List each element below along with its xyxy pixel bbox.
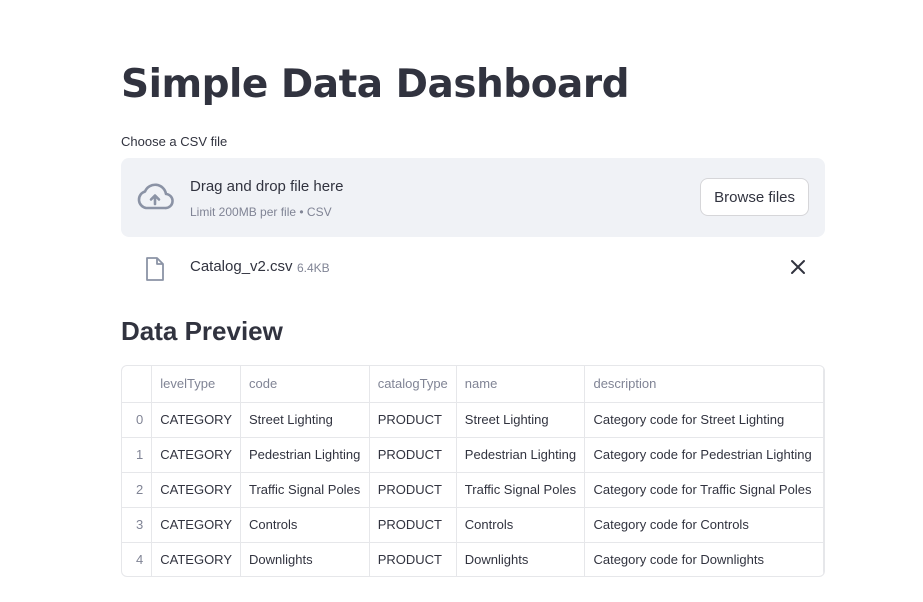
uploader-label: Choose a CSV file — [121, 134, 228, 149]
page-title: Simple Data Dashboard — [121, 62, 629, 107]
table-cell[interactable]: Category code for Downlights — [584, 542, 824, 576]
table-cell[interactable]: CATEGORY — [151, 542, 242, 576]
file-name: Catalog_v2.csv — [190, 258, 293, 275]
row-index: 1 — [122, 437, 153, 473]
table-header-row: levelType code catalogType name descript… — [122, 366, 824, 403]
data-preview-table[interactable]: levelType code catalogType name descript… — [121, 365, 825, 577]
table-cell[interactable]: Traffic Signal Poles — [240, 472, 370, 508]
table-cell[interactable]: PRODUCT — [369, 437, 457, 473]
table-cell[interactable]: Category code for Controls — [584, 507, 824, 543]
column-header-leveltype[interactable]: levelType — [151, 366, 242, 403]
table-cell[interactable]: Category code for Street Lighting — [584, 402, 824, 438]
table-cell[interactable]: Downlights — [240, 542, 370, 576]
row-index: 2 — [122, 472, 153, 508]
table-cell[interactable]: Controls — [456, 507, 586, 543]
table-cell[interactable]: Street Lighting — [240, 402, 370, 438]
row-index: 0 — [122, 402, 153, 438]
cloud-upload-icon — [137, 183, 174, 210]
table-cell[interactable]: Controls — [240, 507, 370, 543]
drop-title: Drag and drop file here — [190, 178, 344, 195]
table-cell[interactable]: Category code for Traffic Signal Poles — [584, 472, 824, 508]
table-row: 3 CATEGORY Controls PRODUCT Controls Cat… — [122, 507, 824, 543]
table-row: 0 CATEGORY Street Lighting PRODUCT Stree… — [122, 402, 824, 438]
table-cell[interactable]: Street Lighting — [456, 402, 586, 438]
table-cell[interactable]: Pedestrian Lighting — [456, 437, 586, 473]
column-header-catalogtype[interactable]: catalogType — [369, 366, 457, 403]
table-cell[interactable]: PRODUCT — [369, 542, 457, 576]
table-cell[interactable]: Pedestrian Lighting — [240, 437, 370, 473]
file-size: 6.4KB — [297, 261, 330, 275]
column-header-index[interactable] — [122, 366, 153, 403]
file-icon — [146, 257, 164, 281]
table-row: 2 CATEGORY Traffic Signal Poles PRODUCT … — [122, 472, 824, 508]
row-index: 3 — [122, 507, 153, 543]
table-row: 1 CATEGORY Pedestrian Lighting PRODUCT P… — [122, 437, 824, 473]
table-cell[interactable]: PRODUCT — [369, 472, 457, 508]
browse-files-button[interactable]: Browse files — [700, 178, 809, 216]
close-icon[interactable] — [789, 258, 807, 276]
table-cell[interactable]: CATEGORY — [151, 507, 242, 543]
file-dropzone[interactable]: Drag and drop file here Limit 200MB per … — [121, 158, 825, 237]
drop-limit-text: Limit 200MB per file • CSV — [190, 205, 332, 219]
table-row: 4 CATEGORY Downlights PRODUCT Downlights… — [122, 542, 824, 576]
table-cell[interactable]: CATEGORY — [151, 472, 242, 508]
table-cell[interactable]: PRODUCT — [369, 402, 457, 438]
table-cell[interactable]: Downlights — [456, 542, 586, 576]
table-cell[interactable]: CATEGORY — [151, 402, 242, 438]
row-index: 4 — [122, 542, 153, 576]
column-header-code[interactable]: code — [240, 366, 370, 403]
table-cell[interactable]: Traffic Signal Poles — [456, 472, 586, 508]
table-cell[interactable]: CATEGORY — [151, 437, 242, 473]
uploaded-file-item: Catalog_v2.csv 6.4KB — [121, 252, 825, 284]
data-preview-heading: Data Preview — [121, 316, 283, 346]
column-header-name[interactable]: name — [456, 366, 586, 403]
table-cell[interactable]: PRODUCT — [369, 507, 457, 543]
column-header-description[interactable]: description — [584, 366, 824, 403]
table-cell[interactable]: Category code for Pedestrian Lighting — [584, 437, 824, 473]
